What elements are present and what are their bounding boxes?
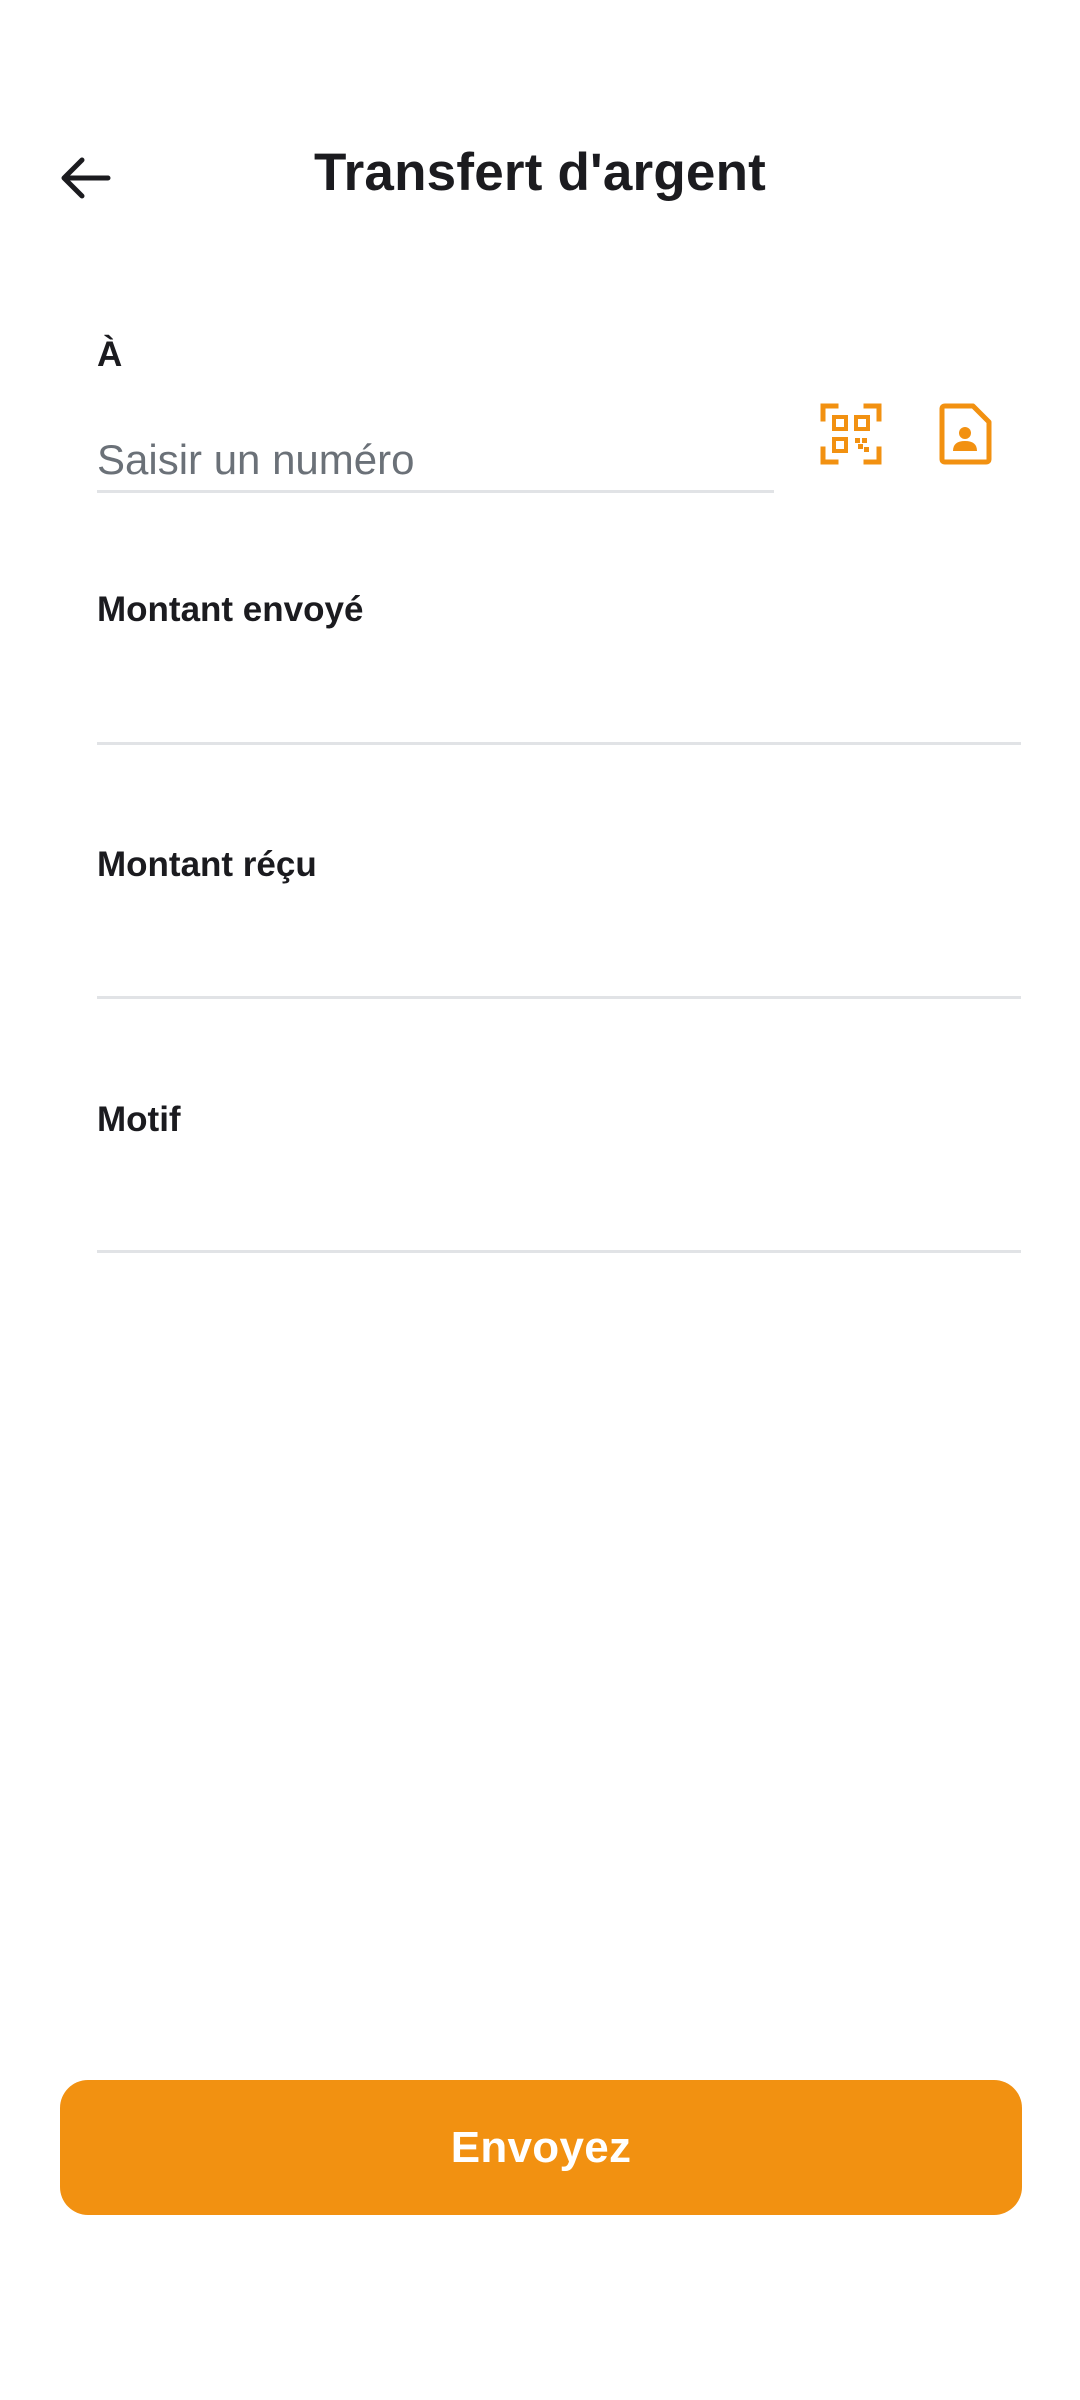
transfer-screen: Transfert d'argent À Saisir un numéro Mo… xyxy=(0,0,1080,2400)
amount-received-label: Montant réçu xyxy=(97,845,317,884)
page-title: Transfert d'argent xyxy=(313,143,767,202)
reason-label: Motif xyxy=(97,1100,181,1139)
amount-received-underline xyxy=(97,996,1021,999)
contacts-button[interactable] xyxy=(930,400,1002,472)
scan-qr-button[interactable] xyxy=(815,400,887,472)
amount-sent-label: Montant envoyé xyxy=(97,590,364,629)
recipient-underline xyxy=(97,490,774,493)
amount-received-input[interactable] xyxy=(97,925,1017,995)
send-button-label: Envoyez xyxy=(450,2122,632,2172)
amount-sent-input[interactable] xyxy=(97,670,1017,740)
send-button[interactable]: Envoyez xyxy=(60,2080,1022,2215)
recipient-label: À xyxy=(97,335,123,374)
contact-book-icon xyxy=(939,403,993,470)
reason-underline xyxy=(97,1250,1021,1253)
qr-code-scan-icon xyxy=(820,403,882,470)
reason-input[interactable] xyxy=(97,1180,1017,1250)
recipient-phone-input[interactable] xyxy=(97,425,777,495)
amount-sent-underline xyxy=(97,742,1021,745)
